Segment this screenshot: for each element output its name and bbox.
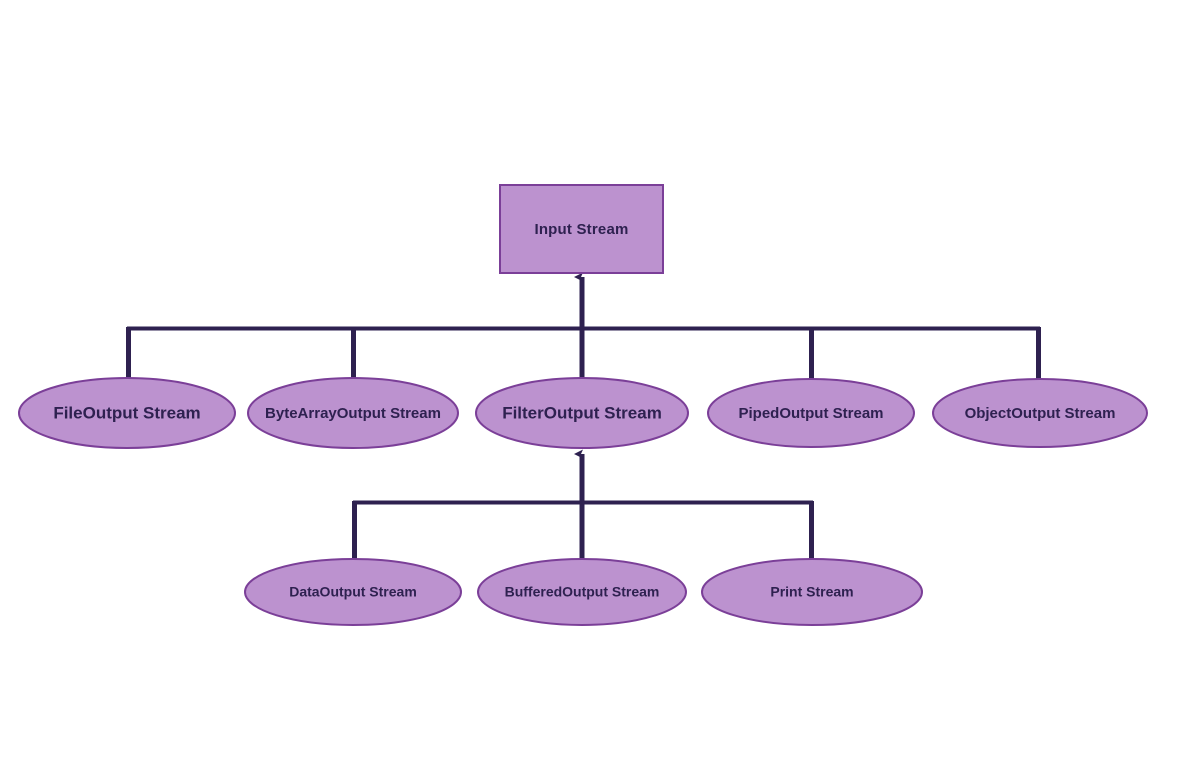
connector-group-level1 [126, 272, 1041, 382]
node-dataoutput-stream[interactable]: DataOutput Stream [244, 558, 462, 626]
node-filteroutput-stream[interactable]: FilterOutput Stream [475, 377, 689, 449]
node-bytearrayoutput-stream[interactable]: ByteArrayOutput Stream [247, 377, 459, 449]
dataoutput-stream-label: DataOutput Stream [289, 584, 417, 600]
node-bufferedoutput-stream[interactable]: BufferedOutput Stream [477, 558, 687, 626]
input-stream-label: Input Stream [534, 221, 628, 238]
print-stream-label: Print Stream [770, 584, 853, 600]
class-hierarchy-diagram: Input Stream FileOutput Stream ByteArray… [18, 184, 1148, 626]
node-print-stream[interactable]: Print Stream [701, 558, 923, 626]
fileoutput-stream-label: FileOutput Stream [53, 403, 200, 422]
objectoutput-stream-label: ObjectOutput Stream [965, 405, 1116, 422]
node-input-stream[interactable]: Input Stream [499, 184, 664, 274]
node-pipedoutput-stream[interactable]: PipedOutput Stream [707, 378, 915, 448]
filteroutput-stream-label: FilterOutput Stream [502, 403, 662, 422]
connector-group-level2 [352, 449, 814, 563]
node-objectoutput-stream[interactable]: ObjectOutput Stream [932, 378, 1148, 448]
bytearrayoutput-stream-label: ByteArrayOutput Stream [265, 405, 441, 422]
pipedoutput-stream-label: PipedOutput Stream [738, 405, 883, 422]
diagram-canvas: Input Stream FileOutput Stream ByteArray… [0, 0, 1200, 764]
bufferedoutput-stream-label: BufferedOutput Stream [505, 584, 660, 600]
node-fileoutput-stream[interactable]: FileOutput Stream [18, 377, 236, 449]
